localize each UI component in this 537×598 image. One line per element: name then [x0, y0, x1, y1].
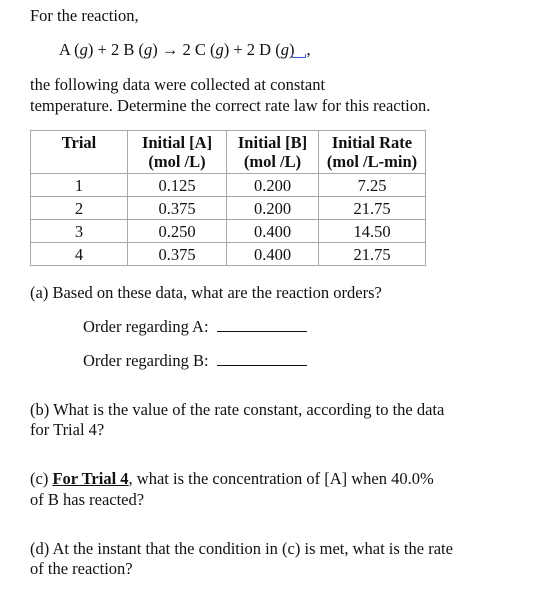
cell-a: 0.375 [127, 242, 227, 266]
header-initial-b: Initial [B] (mol /L) [226, 130, 319, 174]
header-initial-a: Initial [A] (mol /L) [127, 130, 227, 174]
order-b-label: Order regarding B: [83, 351, 209, 370]
cell-b: 0.200 [226, 196, 319, 220]
cell-rate: 21.75 [318, 242, 426, 266]
cell-rate: 7.25 [318, 173, 426, 197]
question-c-line-2: of B has reacted? [30, 490, 145, 509]
order-a-label: Order regarding A: [83, 317, 209, 336]
question-d-line-2: of the reaction? [30, 559, 133, 578]
order-a-line: Order regarding A: [83, 317, 307, 337]
species-a: A [59, 40, 71, 59]
cell-trial: 3 [30, 219, 128, 243]
reaction-equation: A (g) + 2 B (g) → 2 C (g) + 2 D (g), [59, 40, 311, 59]
cell-b: 0.400 [226, 242, 319, 266]
order-a-blank [216, 317, 307, 332]
header-trial: Trial [30, 130, 128, 174]
cell-rate: 14.50 [318, 219, 426, 243]
question-c-line-1: (c) For Trial 4, what is the concentrati… [30, 469, 434, 488]
question-d-line-1: (d) At the instant that the condition in… [30, 539, 453, 558]
question-b-line-2: for Trial 4? [30, 420, 105, 439]
order-b-line: Order regarding B: [83, 351, 307, 371]
cell-b: 0.200 [226, 173, 319, 197]
rate-data-table: Trial Initial [A] (mol /L) Initial [B] (mo… [30, 130, 426, 266]
intro-text: For the reaction, [30, 6, 139, 25]
cell-trial: 2 [30, 196, 128, 220]
table-header-row: Trial Initial [A] (mol /L) Initial [B] (mo… [30, 130, 426, 174]
table-row: 2 0.375 0.200 21.75 [30, 196, 426, 220]
cell-trial: 1 [30, 173, 128, 197]
question-b-line-1: (b) What is the value of the rate consta… [30, 400, 445, 419]
reaction-arrow: → 2 C [161, 40, 206, 59]
cell-a: 0.250 [127, 219, 227, 243]
cell-a: 0.375 [127, 196, 227, 220]
trial-4-emphasis: For Trial 4 [52, 469, 129, 488]
description-line-2: temperature. Determine the correct rate … [30, 96, 431, 115]
cell-a: 0.125 [127, 173, 227, 197]
order-b-blank [216, 351, 307, 366]
table-row: 3 0.250 0.400 14.50 [30, 219, 426, 243]
cell-trial: 4 [30, 242, 128, 266]
description-line-1: the following data were collected at con… [30, 75, 326, 94]
header-initial-rate: Initial Rate (mol /L-min) [318, 130, 426, 174]
cell-b: 0.400 [226, 219, 319, 243]
question-a: (a) Based on these data, what are the re… [30, 283, 382, 302]
cell-rate: 21.75 [318, 196, 426, 220]
table-row: 4 0.375 0.400 21.75 [30, 242, 426, 266]
table-row: 1 0.125 0.200 7.25 [30, 173, 426, 197]
text-cursor-mark [292, 54, 307, 58]
